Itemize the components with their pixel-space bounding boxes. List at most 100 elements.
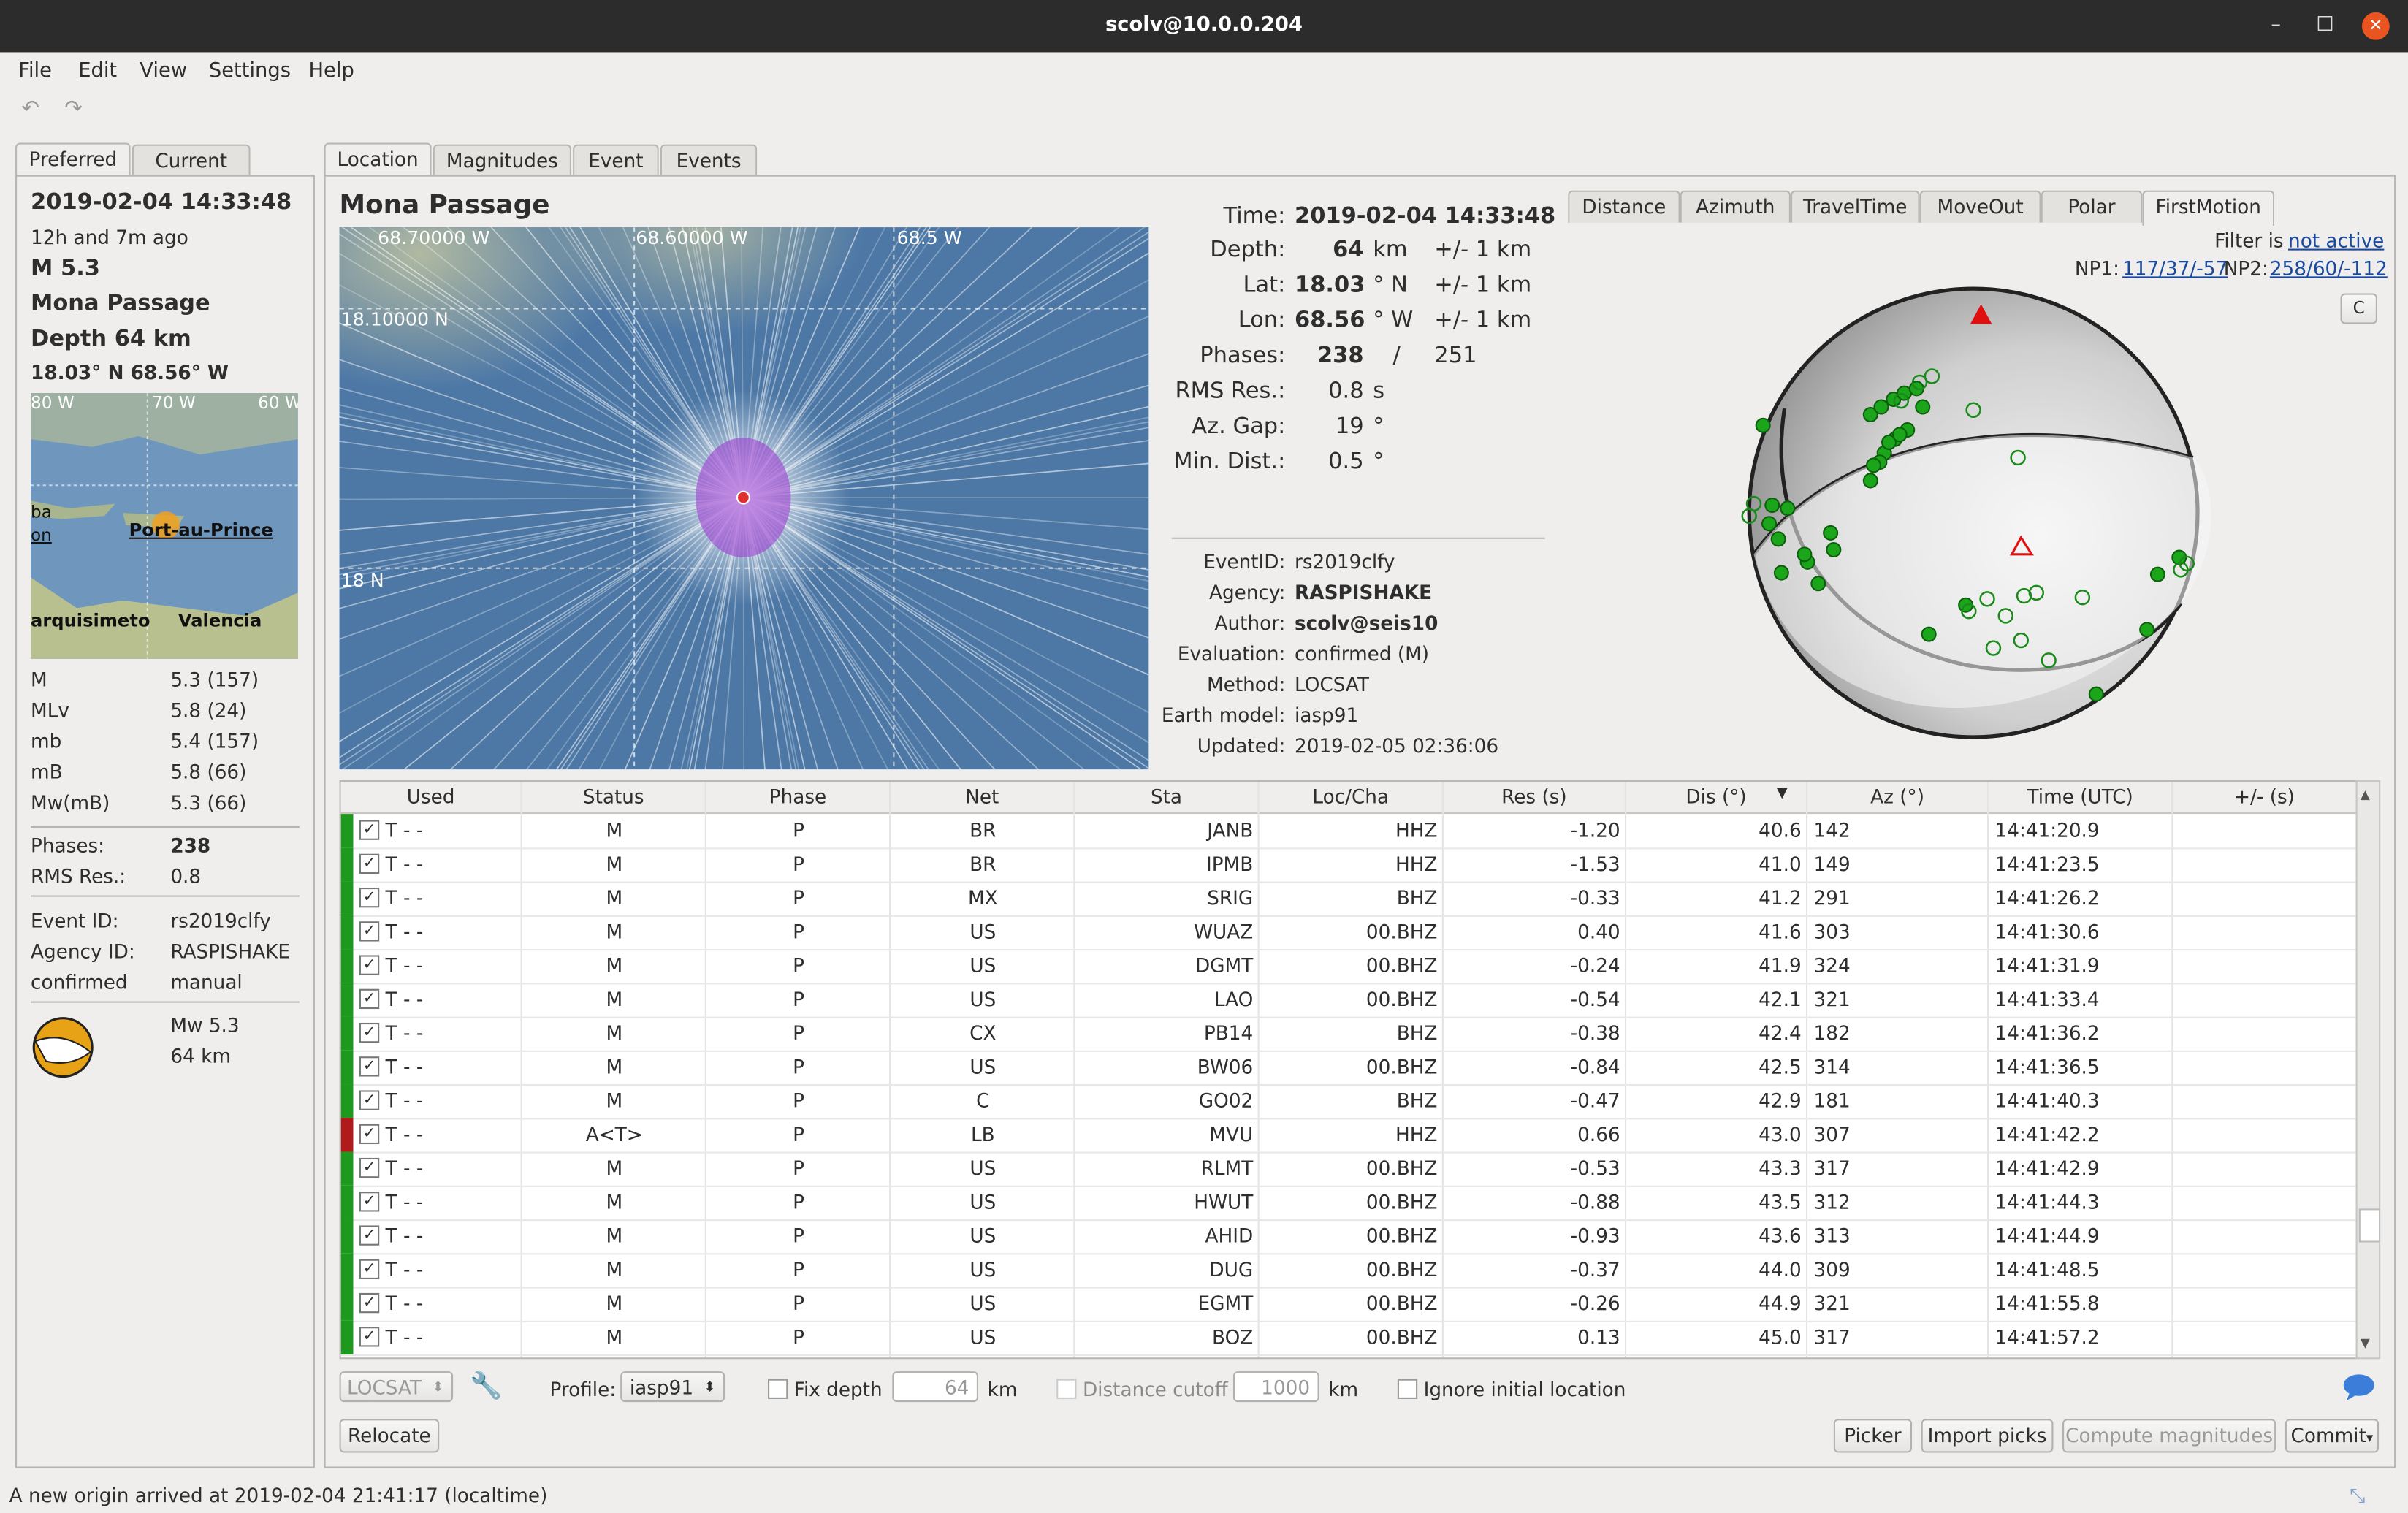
status-stripe	[340, 1118, 354, 1152]
distance-cutoff-input[interactable]: 1000	[1232, 1371, 1319, 1403]
minimize-button[interactable]: –	[2262, 12, 2290, 40]
np2-link[interactable]: 258/60/-112	[2270, 256, 2388, 280]
commit-button[interactable]: Commit▾	[2285, 1419, 2380, 1453]
maximize-button[interactable]: ☐	[2312, 12, 2339, 40]
used-checkbox[interactable]: ✓	[359, 887, 380, 908]
column-header[interactable]: Az (°)	[1807, 781, 1989, 815]
table-row[interactable]: ✓ T - - M P C GO02 BHZ -0.47 42.9 181 14:41:40.3	[340, 1084, 2358, 1120]
compute-magnitudes-button[interactable]: Compute magnitudes	[2062, 1419, 2276, 1453]
menu-settings[interactable]: Settings	[209, 60, 291, 83]
table-row[interactable]: ✓ T - - M P US BW06 00.BHZ -0.84 42.5 314 14:41:36…	[340, 1050, 2358, 1086]
used-checkbox[interactable]: ✓	[359, 1259, 380, 1279]
time-label: Time:	[1223, 204, 1286, 229]
ignore-initial-checkbox[interactable]	[1397, 1379, 1418, 1399]
table-row[interactable]: ✓ T - - M P CX PB14 BHZ -0.38 42.4 182 14:41:36.2	[340, 1016, 2358, 1052]
table-row[interactable]: ✓ T - - M P US DGMT 00.BHZ -0.24 41.9 324 14:41:31…	[340, 949, 2358, 985]
close-button[interactable]: ✕	[2361, 12, 2390, 40]
used-checkbox[interactable]: ✓	[359, 1192, 380, 1212]
arrival-table[interactable]: Used Status Phase Net Sta Loc/Cha Res (s) Dis (…	[339, 780, 2359, 1360]
undo-icon[interactable]: ↶	[21, 96, 39, 121]
scroll-up-icon[interactable]: ▲	[2361, 788, 2370, 801]
cell-used: T - -	[385, 1156, 424, 1180]
used-checkbox[interactable]: ✓	[359, 1292, 380, 1314]
relocate-button[interactable]: Relocate	[339, 1419, 440, 1453]
magnitude-value: 5.3 (66)	[170, 790, 247, 815]
table-row[interactable]: ✓ T - - M P US RLMT 00.BHZ -0.53 43.3 317 14:41:42…	[340, 1151, 2358, 1187]
table-row[interactable]: ✓ T - - M P MX SRIG BHZ -0.33 41.2 291 14:41:26.2	[340, 881, 2358, 917]
resize-grip-icon[interactable]: ⤡	[2350, 1484, 2365, 1509]
cell-dis: 41.2	[1759, 885, 1802, 910]
tab-events[interactable]: Events	[660, 144, 758, 177]
used-checkbox[interactable]: ✓	[359, 1327, 380, 1347]
tab-location[interactable]: Location	[324, 142, 432, 178]
tab-firstmotion[interactable]: FirstMotion	[2142, 190, 2275, 226]
column-header[interactable]: Phase	[706, 781, 891, 815]
tab-polar[interactable]: Polar	[2041, 190, 2143, 223]
locator-select[interactable]: LOCSAT ⬍	[339, 1371, 454, 1403]
used-checkbox[interactable]: ✓	[359, 921, 380, 942]
column-header[interactable]: +/- (s)	[2173, 781, 2358, 815]
used-checkbox[interactable]: ✓	[359, 955, 380, 975]
table-row[interactable]: ✓ T - - M P US AHID 00.BHZ -0.93 43.6 313 14:41:44…	[340, 1219, 2358, 1255]
table-row[interactable]: ✓ T - - M P US EGMT 00.BHZ -0.26 44.9 321 14:41:55…	[340, 1287, 2358, 1322]
plot-menu-button[interactable]: C	[2340, 293, 2377, 324]
used-checkbox[interactable]: ✓	[359, 1056, 380, 1077]
column-header[interactable]: Status	[522, 781, 706, 815]
used-checkbox[interactable]: ✓	[359, 1225, 380, 1246]
table-row[interactable]: ✓ T - - M P US LAO 00.BHZ -0.54 42.1 321 14:41:33.…	[340, 983, 2358, 1018]
column-header[interactable]: Res (s)	[1443, 781, 1627, 815]
distance-cutoff-checkbox[interactable]	[1056, 1379, 1077, 1399]
filter-state-link[interactable]: not active	[2288, 229, 2384, 252]
table-row[interactable]: ✓ T - - M P US DUG 00.BHZ -0.37 44.0 309 14:41:48.…	[340, 1253, 2358, 1289]
status-stripe	[340, 1151, 354, 1186]
wrench-icon[interactable]: 🔧	[470, 1371, 503, 1402]
overview-map[interactable]: 80 W 70 W 60 W Port-au-Prince arquisimet…	[31, 393, 298, 659]
menu-help[interactable]: Help	[309, 60, 354, 83]
event-magnitude: M 5.3	[31, 256, 100, 281]
table-row[interactable]: ✓ T - - M P US HWUT 00.BHZ -0.88 43.5 312 14:41:44…	[340, 1185, 2358, 1222]
used-checkbox[interactable]: ✓	[359, 1124, 380, 1145]
cell-res: -0.53	[1570, 1156, 1620, 1180]
table-scrollbar[interactable]: ▲ ▼	[2355, 780, 2381, 1360]
menu-edit[interactable]: Edit	[78, 60, 117, 83]
scroll-down-icon[interactable]: ▼	[2361, 1336, 2370, 1350]
profile-select[interactable]: iasp91 ⬍	[620, 1371, 725, 1403]
column-header[interactable]: Time (UTC)	[1989, 781, 2173, 815]
picker-button[interactable]: Picker	[1833, 1419, 1913, 1453]
fix-depth-checkbox[interactable]	[768, 1379, 788, 1399]
menu-file[interactable]: File	[18, 60, 52, 83]
tab-azimuth[interactable]: Azimuth	[1680, 190, 1791, 223]
column-header[interactable]: Loc/Cha	[1259, 781, 1444, 815]
column-header[interactable]: Net	[891, 781, 1075, 815]
tab-event[interactable]: Event	[573, 144, 659, 177]
cell-status: M	[606, 1291, 623, 1315]
used-checkbox[interactable]: ✓	[359, 1090, 380, 1110]
redo-icon[interactable]: ↷	[64, 96, 83, 121]
location-map[interactable]: 68.70000 W 68.60000 W 68.5 W 18.10000 N …	[339, 227, 1149, 770]
firstmotion-plot[interactable]	[1735, 281, 2211, 750]
tab-distance[interactable]: Distance	[1568, 190, 1680, 223]
import-picks-button[interactable]: Import picks	[1921, 1419, 2054, 1453]
used-checkbox[interactable]: ✓	[359, 1157, 380, 1178]
used-checkbox[interactable]: ✓	[359, 988, 380, 1010]
tab-magnitudes[interactable]: Magnitudes	[433, 144, 571, 177]
scrollbar-thumb[interactable]	[2358, 1208, 2381, 1243]
table-row[interactable]: ✓ T - - M P US BOZ 00.BHZ 0.13 45.0 317 14:41:57.2	[340, 1320, 2358, 1357]
tab-current[interactable]: Current	[132, 144, 251, 177]
tab-preferred[interactable]: Preferred	[15, 142, 131, 178]
table-row[interactable]: ✓ T - - M P US WUAZ 00.BHZ 0.40 41.6 303 14:41:30.…	[340, 915, 2358, 951]
table-row[interactable]: ✓ T - - M P BR IPMB HHZ -1.53 41.0 149 14:41:23.5	[340, 847, 2358, 883]
column-header[interactable]: Used	[340, 781, 522, 815]
used-checkbox[interactable]: ✓	[359, 853, 380, 874]
tab-traveltime[interactable]: TravelTime	[1790, 190, 1920, 223]
menu-view[interactable]: View	[140, 60, 187, 83]
fix-depth-input[interactable]: 64	[892, 1371, 978, 1403]
chat-icon[interactable]	[2342, 1373, 2376, 1401]
table-row[interactable]: ✓ T - - A<T> P LB MVU HHZ 0.66 43.0 307 14:41:42.2	[340, 1118, 2358, 1154]
used-checkbox[interactable]: ✓	[359, 1022, 380, 1043]
table-row[interactable]: ✓ T - - M P BR JANB HHZ -1.20 40.6 142 14:41:20.9	[340, 814, 2358, 850]
tab-moveout[interactable]: MoveOut	[1919, 190, 2041, 223]
np1-link[interactable]: 117/37/-57	[2122, 256, 2228, 280]
column-header[interactable]: Sta	[1075, 781, 1260, 815]
used-checkbox[interactable]: ✓	[359, 820, 380, 840]
